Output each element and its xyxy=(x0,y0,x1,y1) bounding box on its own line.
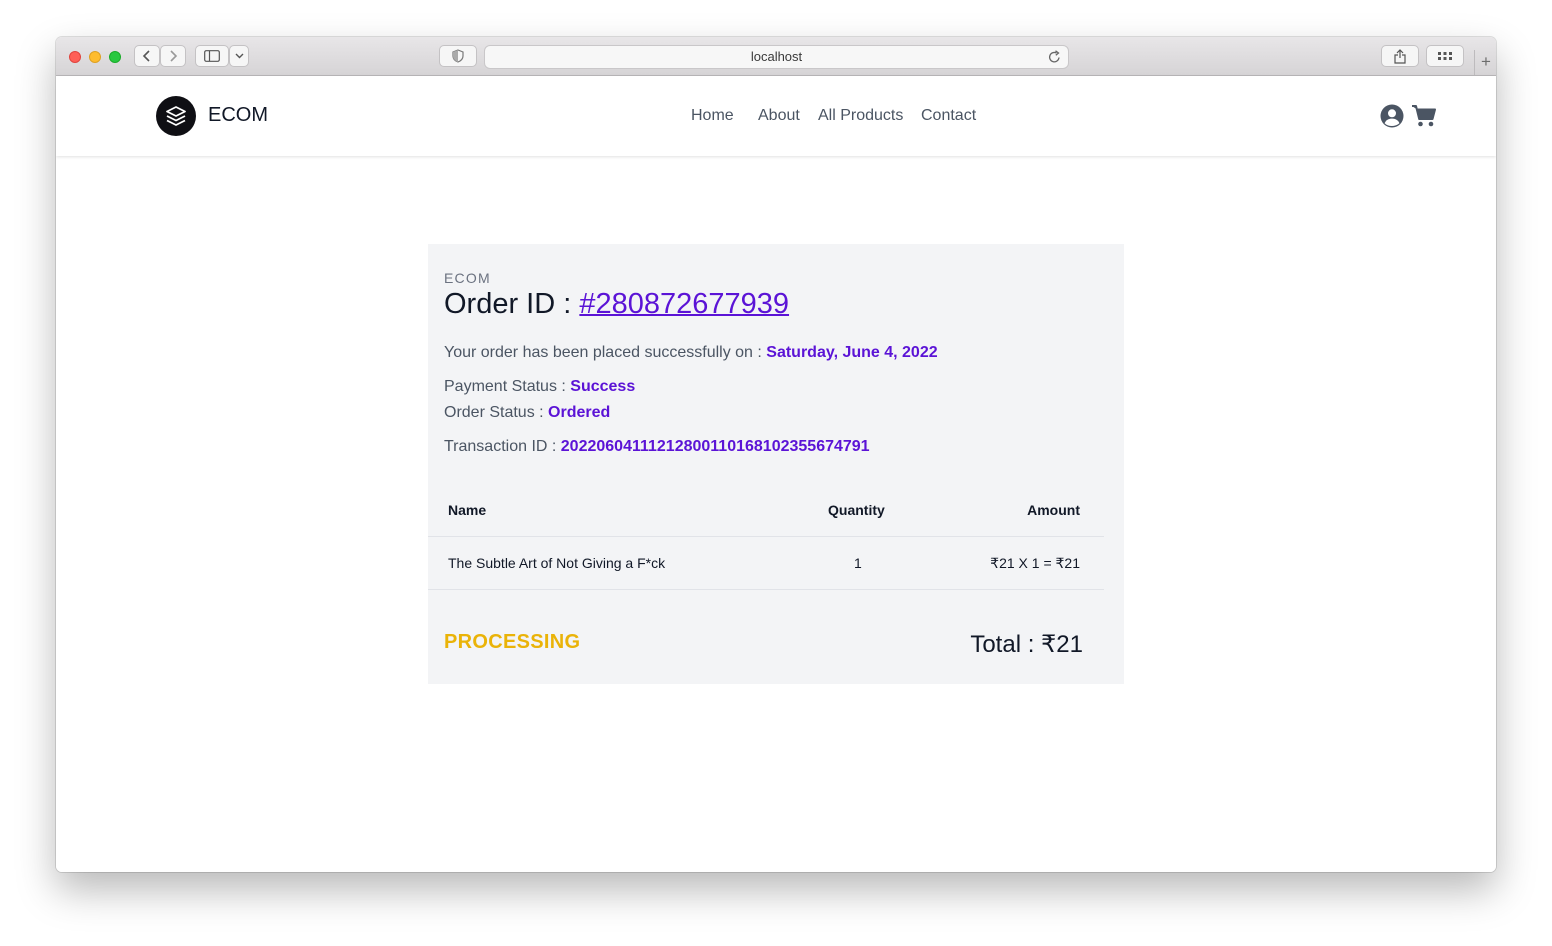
sidebar-icon xyxy=(204,50,220,62)
shield-icon xyxy=(452,49,464,63)
table-divider xyxy=(428,536,1104,537)
item-quantity: 1 xyxy=(854,555,862,571)
page-viewport: ECOM Home About All Products Contact ECO… xyxy=(56,76,1496,872)
order-status-line: Order Status : Ordered xyxy=(444,404,610,422)
transaction-id-line: Transaction ID : 20220604111212800110168… xyxy=(444,438,870,456)
tab-overview-button[interactable] xyxy=(1426,45,1464,67)
nav-link-home[interactable]: Home xyxy=(691,107,734,125)
processing-badge: PROCESSING xyxy=(444,631,581,653)
user-circle-icon[interactable] xyxy=(1380,104,1404,128)
order-status-value: Ordered xyxy=(548,404,611,421)
table-header-amount: Amount xyxy=(1027,502,1080,518)
browser-titlebar: localhost + xyxy=(56,37,1496,76)
zoom-window-button[interactable] xyxy=(109,51,121,63)
nav-link-all-products[interactable]: All Products xyxy=(818,107,903,125)
share-icon xyxy=(1394,48,1406,64)
nav-link-about[interactable]: About xyxy=(758,107,800,125)
order-title-prefix: Order ID : xyxy=(444,288,580,320)
chevron-left-icon xyxy=(142,50,150,62)
sidebar-toggle-button[interactable] xyxy=(195,45,229,67)
forward-button[interactable] xyxy=(160,45,186,67)
brand-name[interactable]: ECOM xyxy=(208,104,268,127)
payment-status-line: Payment Status : Success xyxy=(444,378,635,396)
chevron-right-icon xyxy=(170,50,178,62)
order-title: Order ID : #280872677939 xyxy=(444,288,789,321)
order-total: Total : ₹21 xyxy=(970,631,1083,658)
url-text: localhost xyxy=(750,49,803,64)
new-tab-button[interactable]: + xyxy=(1474,50,1496,75)
table-header-quantity: Quantity xyxy=(828,502,885,518)
close-window-button[interactable] xyxy=(69,51,81,63)
sidebar-menu-button[interactable] xyxy=(229,45,249,67)
reload-icon[interactable] xyxy=(1048,50,1061,64)
share-button[interactable] xyxy=(1381,45,1419,67)
transaction-id-label: Transaction ID : xyxy=(444,438,561,455)
order-summary-card: ECOM Order ID : #280872677939 Your order… xyxy=(428,244,1124,684)
table-header-name: Name xyxy=(448,502,487,518)
layers-icon xyxy=(166,106,186,126)
order-status-label: Order Status : xyxy=(444,404,549,421)
order-placed-label: Your order has been placed successfully … xyxy=(444,344,767,361)
payment-status-label: Payment Status : xyxy=(444,378,571,395)
nav-link-contact[interactable]: Contact xyxy=(921,107,976,125)
site-navbar: ECOM Home About All Products Contact xyxy=(56,76,1496,156)
browser-window: localhost + ECOM Home About All Products… xyxy=(56,37,1496,872)
item-amount: ₹21 X 1 = ₹21 xyxy=(990,555,1080,571)
minimize-window-button[interactable] xyxy=(89,51,101,63)
order-placed-date: Saturday, June 4, 2022 xyxy=(766,344,938,361)
order-placed-line: Your order has been placed successfully … xyxy=(444,344,938,362)
order-id-link[interactable]: #280872677939 xyxy=(579,288,789,320)
cart-icon[interactable] xyxy=(1411,104,1437,128)
card-brand: ECOM xyxy=(444,270,491,286)
address-bar[interactable]: localhost xyxy=(484,45,1069,69)
grid-icon xyxy=(1438,52,1452,60)
transaction-id-value: 20220604111212800110168102355674791 xyxy=(560,438,870,455)
item-name: The Subtle Art of Not Giving a F*ck xyxy=(448,555,666,571)
back-button[interactable] xyxy=(134,45,160,67)
table-divider xyxy=(428,589,1104,590)
chevron-down-icon xyxy=(235,53,243,59)
privacy-report-button[interactable] xyxy=(439,45,477,67)
payment-status-value: Success xyxy=(570,378,636,395)
logo[interactable] xyxy=(156,96,196,136)
